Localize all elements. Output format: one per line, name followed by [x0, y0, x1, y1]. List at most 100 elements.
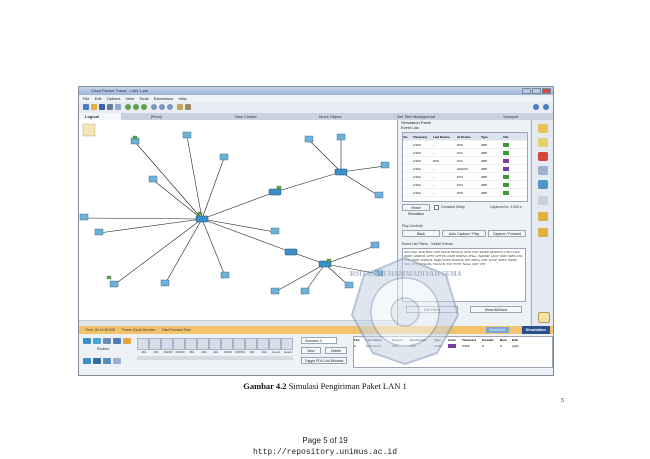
- pc-icon: [270, 287, 280, 295]
- show-all-none-button[interactable]: Show All/None: [470, 306, 522, 313]
- device-model-item[interactable]: 1841: [137, 338, 149, 354]
- event-row[interactable]: 2.003 -- PC1 ARP: [403, 149, 527, 157]
- save-icon[interactable]: [99, 104, 105, 110]
- wan-emulation-category-icon[interactable]: [103, 358, 111, 364]
- event-info-cell[interactable]: [503, 182, 521, 187]
- event-info-cell[interactable]: [503, 190, 521, 195]
- menu-options[interactable]: Options: [107, 96, 121, 101]
- pdu-cell[interactable]: (edit): [512, 344, 532, 348]
- device-model-item[interactable]: 829: [245, 338, 257, 354]
- event-info-cell[interactable]: [503, 150, 521, 155]
- device-model-label: Generic: [271, 351, 281, 354]
- select-tool-icon[interactable]: [538, 124, 548, 133]
- security-category-icon[interactable]: [93, 358, 101, 364]
- event-row[interactable]: 2.003 -- PC0 ARP: [403, 141, 527, 149]
- close-button[interactable]: [542, 88, 551, 94]
- device-model-item[interactable]: 2811: [185, 338, 197, 354]
- device-model-item[interactable]: 819HGW: [233, 338, 245, 354]
- toggle-pdu-list-button[interactable]: Toggle PDU List Window: [301, 357, 347, 364]
- tab-set-tiled-background[interactable]: Set Tiled Background: [391, 113, 441, 120]
- pc-icon: [374, 191, 384, 199]
- palette-icon[interactable]: [177, 104, 183, 110]
- packet-envelope-icon: [197, 211, 203, 216]
- device-scrollbar[interactable]: [137, 356, 293, 360]
- zoom-reset-icon[interactable]: [159, 104, 165, 110]
- pc-icon: [380, 161, 390, 169]
- tab-viewport[interactable]: Viewport: [497, 113, 525, 120]
- footer-url[interactable]: http://repository.unimus.ac.id: [0, 448, 650, 457]
- new-file-icon[interactable]: [83, 104, 89, 110]
- hubs-category-icon[interactable]: [103, 338, 111, 344]
- device-model-item[interactable]: 2911: [209, 338, 221, 354]
- note-tool-icon[interactable]: [538, 138, 548, 147]
- menu-extensions[interactable]: Extensions: [154, 96, 174, 101]
- tab-move-object[interactable]: Move Object: [313, 113, 347, 120]
- end-devices-category-icon[interactable]: [83, 358, 91, 364]
- tab-root[interactable]: [Root]: [145, 113, 168, 120]
- add-complex-pdu-icon[interactable]: [538, 228, 548, 237]
- capture-forward-button[interactable]: Capture / Forward: [488, 230, 526, 237]
- add-simple-pdu-icon[interactable]: [538, 212, 548, 221]
- info-icon[interactable]: [533, 104, 539, 110]
- device-model-item[interactable]: Generic: [281, 338, 293, 354]
- maximize-button[interactable]: [532, 88, 541, 94]
- simulation-mode-icon[interactable]: [538, 312, 550, 323]
- zoom-out-icon[interactable]: [167, 104, 173, 110]
- menu-edit[interactable]: Edit: [95, 96, 102, 101]
- zoom-in-icon[interactable]: [151, 104, 157, 110]
- event-row[interactable]: 2.004 -- PC3 ARP: [403, 173, 527, 181]
- back-button[interactable]: Back: [402, 230, 440, 237]
- draw-shape-icon[interactable]: [538, 196, 548, 205]
- event-at-device-cell: PC5: [457, 190, 463, 195]
- menu-tools[interactable]: Tools: [139, 96, 148, 101]
- event-info-cell[interactable]: [503, 174, 521, 179]
- device-model-item[interactable]: 2620XM: [161, 338, 173, 354]
- device-model-item[interactable]: 1240: [257, 338, 269, 354]
- custom-devices-category-icon[interactable]: [113, 358, 121, 364]
- activity-wizard-icon[interactable]: [115, 104, 121, 110]
- minimize-button[interactable]: [522, 88, 531, 94]
- reset-simulation-button[interactable]: Reset Simulation: [402, 204, 430, 216]
- auto-capture-play-button[interactable]: Auto Capture / Play: [442, 230, 486, 237]
- device-model-item[interactable]: 819IOX: [221, 338, 233, 354]
- help-icon[interactable]: [543, 104, 549, 110]
- delete-tool-icon[interactable]: [538, 152, 548, 161]
- power-cycle-devices-button[interactable]: Power Cycle Devices: [122, 328, 155, 332]
- event-info-cell[interactable]: [503, 142, 521, 147]
- routers-category-icon[interactable]: [83, 338, 91, 344]
- device-model-item[interactable]: 2901: [197, 338, 209, 354]
- undo-icon[interactable]: [125, 104, 131, 110]
- constant-delay-checkbox[interactable]: [434, 205, 439, 210]
- device-model-item[interactable]: Generic: [269, 338, 281, 354]
- custom-device-icon[interactable]: [185, 104, 191, 110]
- menu-file[interactable]: File: [83, 96, 89, 101]
- event-row[interactable]: 2.004 -- Switch0 ARP: [403, 165, 527, 173]
- event-info-cell[interactable]: [503, 158, 521, 163]
- wireless-category-icon[interactable]: [113, 338, 121, 344]
- menu-view[interactable]: View: [126, 96, 135, 101]
- switches-category-icon[interactable]: [93, 338, 101, 344]
- tab-logical[interactable]: Logical: [79, 113, 121, 120]
- event-list-table[interactable]: Vis. Time(sec) Last Device At Device Typ…: [402, 132, 528, 202]
- scenario-select[interactable]: Scenario 0: [301, 337, 337, 344]
- device-model-item[interactable]: 1941: [149, 338, 161, 354]
- redo-icon[interactable]: [133, 104, 139, 110]
- event-row[interactable]: 2.004 -- PC4 ARP: [403, 181, 527, 189]
- device-model-item[interactable]: 2621XM: [173, 338, 185, 354]
- delete-scenario-button[interactable]: Delete: [325, 347, 347, 354]
- open-folder-icon[interactable]: [91, 104, 97, 110]
- event-row[interactable]: 2.004 -- PC5 ARP: [403, 189, 527, 197]
- inspect-tool-icon[interactable]: [538, 166, 548, 175]
- event-list-button[interactable]: Event List: [485, 327, 509, 333]
- resize-shape-icon[interactable]: [538, 180, 548, 189]
- simulation-mode-tab[interactable]: Simulation: [521, 326, 550, 334]
- event-info-cell[interactable]: [503, 166, 521, 171]
- fast-forward-time-button[interactable]: Fast Forward Time: [162, 328, 191, 332]
- tab-new-cluster[interactable]: New Cluster: [229, 113, 263, 120]
- new-scenario-button[interactable]: New: [301, 347, 321, 354]
- connections-category-icon[interactable]: [123, 338, 131, 344]
- menu-help[interactable]: Help: [178, 96, 186, 101]
- copy-icon[interactable]: [141, 104, 147, 110]
- print-icon[interactable]: [107, 104, 113, 110]
- event-row[interactable]: 2.003 PC0 PC1 ARP: [403, 157, 527, 165]
